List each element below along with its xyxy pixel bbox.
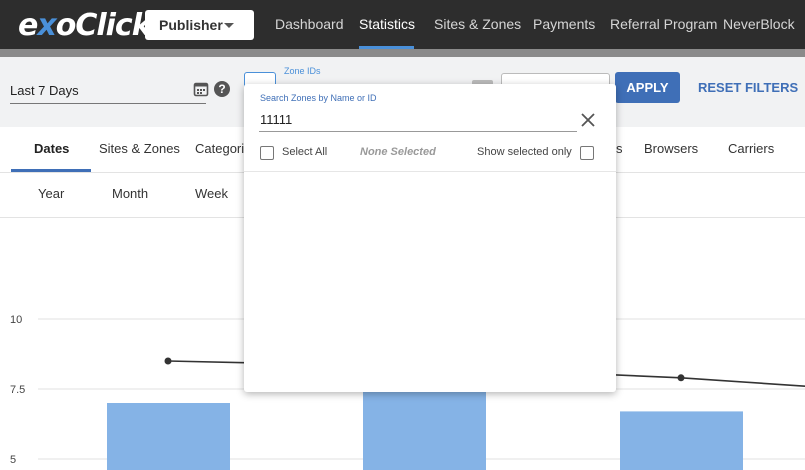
y-tick-label: 5 — [10, 454, 16, 466]
bar — [363, 389, 486, 470]
zone-search-input[interactable] — [259, 108, 577, 132]
panel-divider — [244, 171, 616, 172]
close-icon[interactable] — [580, 112, 596, 128]
y-tick-label: 10 — [10, 314, 22, 326]
show-selected-only-label[interactable]: Show selected only — [477, 146, 572, 158]
search-zones-label: Search Zones by Name or ID — [260, 93, 377, 103]
line-point — [164, 357, 172, 365]
y-tick-label: 7.5 — [10, 384, 25, 396]
selection-status: None Selected — [360, 146, 436, 158]
bar — [620, 411, 743, 470]
select-all-label[interactable]: Select All — [282, 146, 327, 158]
bar — [107, 403, 230, 470]
line-point — [677, 374, 685, 382]
zone-search-dropdown: Search Zones by Name or ID Select All No… — [244, 84, 616, 392]
show-selected-only-checkbox[interactable] — [580, 146, 594, 160]
select-all-checkbox[interactable] — [260, 146, 274, 160]
